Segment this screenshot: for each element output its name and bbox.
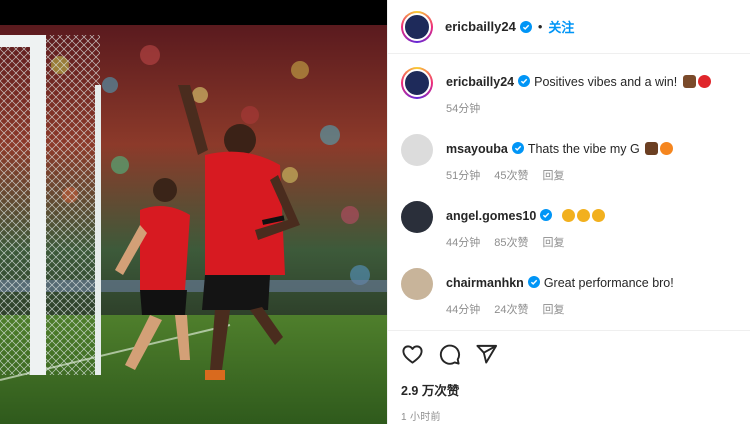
comment-age: 44分钟 bbox=[446, 237, 481, 249]
comment-age: 44分钟 bbox=[446, 304, 481, 316]
comment-text: Great performance bro! bbox=[543, 276, 674, 290]
post-side-panel: ericbailly24 • 关注 ericbailly24 Positives … bbox=[387, 0, 750, 424]
red-circle-emoji bbox=[697, 75, 711, 88]
verified-badge-icon bbox=[518, 75, 531, 87]
comment-item: chairmanhkn Great performance bro! 44分钟 2… bbox=[401, 268, 740, 317]
comment-username[interactable]: msayouba bbox=[446, 142, 508, 156]
commenter-avatar[interactable] bbox=[401, 201, 433, 233]
star-struck-emoji bbox=[561, 209, 575, 222]
caption-item: ericbailly24 Positives vibes and a win! 5… bbox=[401, 67, 740, 116]
post-photo bbox=[0, 25, 387, 424]
comment-likes[interactable]: 24次赞 bbox=[494, 301, 528, 317]
caption-username[interactable]: ericbailly24 bbox=[446, 75, 514, 89]
comment-item: msayouba Thats the vibe my G 51分钟 45次赞 回复 bbox=[401, 134, 740, 183]
flexed-biceps-emoji bbox=[645, 142, 659, 155]
verified-badge-icon bbox=[511, 142, 524, 154]
commenter-avatar[interactable] bbox=[401, 268, 433, 300]
verified-badge-icon bbox=[540, 209, 553, 221]
reply-button[interactable]: 回复 bbox=[543, 301, 565, 317]
post-timestamp: 1 小时前 bbox=[401, 412, 441, 423]
fire-emoji bbox=[660, 142, 674, 155]
comment-item: angel.gomes10 44分钟 85次赞 回复 bbox=[401, 201, 740, 250]
author-avatar[interactable] bbox=[401, 10, 433, 43]
author-avatar[interactable] bbox=[401, 67, 433, 99]
comment-text: Thats the vibe my G bbox=[527, 142, 640, 156]
verified-badge-icon bbox=[527, 276, 540, 288]
commenter-avatar[interactable] bbox=[401, 134, 433, 166]
reply-button[interactable]: 回复 bbox=[543, 234, 565, 250]
heart-icon[interactable] bbox=[401, 343, 424, 366]
comment-likes[interactable]: 85次赞 bbox=[494, 234, 528, 250]
post-media[interactable] bbox=[0, 0, 387, 424]
star-struck-emoji bbox=[576, 209, 590, 222]
verified-badge-icon bbox=[519, 20, 532, 33]
reply-button[interactable]: 回复 bbox=[543, 167, 565, 183]
caption-text: Positives vibes and a win! bbox=[534, 75, 678, 89]
comment-bubble-icon[interactable] bbox=[438, 343, 461, 366]
comment-age: 51分钟 bbox=[446, 170, 481, 182]
post-header: ericbailly24 • 关注 bbox=[388, 0, 750, 54]
comment-username[interactable]: angel.gomes10 bbox=[446, 209, 536, 223]
comment-username[interactable]: chairmanhkn bbox=[446, 276, 524, 290]
caption-age: 54分钟 bbox=[446, 103, 481, 115]
comment-likes[interactable]: 45次赞 bbox=[494, 167, 528, 183]
like-count[interactable]: 2.9 万次赞 bbox=[401, 380, 737, 399]
author-username[interactable]: ericbailly24 bbox=[445, 19, 516, 34]
action-bar: 2.9 万次赞 1 小时前 bbox=[388, 330, 750, 423]
separator-dot: • bbox=[537, 19, 543, 34]
flexed-biceps-emoji bbox=[682, 75, 696, 88]
star-struck-emoji bbox=[591, 209, 605, 222]
paper-plane-icon[interactable] bbox=[475, 343, 498, 366]
follow-button[interactable]: 关注 bbox=[548, 17, 574, 36]
